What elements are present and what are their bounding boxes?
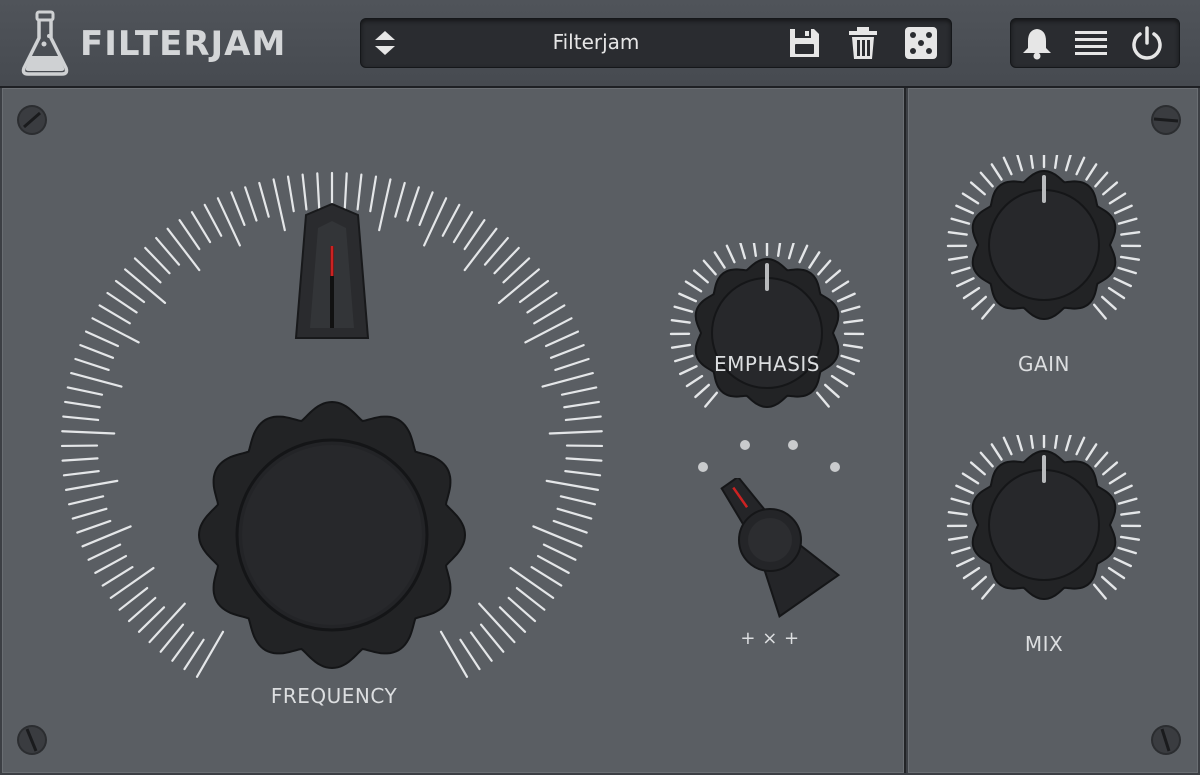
- mode-switch-label: + × +: [740, 628, 800, 649]
- gain-knob[interactable]: [944, 155, 1144, 335]
- mode-position-dot[interactable]: [788, 440, 798, 450]
- up-down-arrows-icon[interactable]: [367, 23, 403, 63]
- mode-position-dot[interactable]: [740, 440, 750, 450]
- emphasis-knob-body[interactable]: [694, 257, 840, 409]
- screw-icon: [1151, 725, 1181, 755]
- preset-name[interactable]: Filterjam: [421, 30, 771, 54]
- floppy-disk-icon[interactable]: [786, 26, 822, 60]
- gain-knob-body[interactable]: [971, 169, 1117, 321]
- gain-label: GAIN: [1017, 352, 1071, 376]
- bell-icon[interactable]: [1019, 26, 1055, 60]
- brand-title: FILTERJAM: [80, 24, 287, 64]
- main-panel: FREQUENCY EMPHASIS + × +: [2, 88, 906, 773]
- power-icon[interactable]: [1129, 26, 1165, 60]
- mix-label: MIX: [1024, 632, 1064, 656]
- preset-bar: Filterjam: [360, 18, 952, 68]
- flask-icon: [21, 10, 69, 76]
- emphasis-knob[interactable]: [667, 243, 867, 423]
- mode-position-dot[interactable]: [698, 462, 708, 472]
- dice-icon[interactable]: [903, 26, 939, 60]
- trash-icon[interactable]: [845, 26, 881, 60]
- system-bar: [1010, 18, 1180, 68]
- frequency-label: FREQUENCY: [270, 684, 398, 708]
- mode-switch[interactable]: [702, 478, 852, 618]
- screw-icon: [17, 725, 47, 755]
- hamburger-menu-icon[interactable]: [1073, 26, 1109, 60]
- screw-icon: [17, 105, 47, 135]
- header-bar: FILTERJAM Filterjam: [0, 0, 1200, 88]
- mode-position-dot[interactable]: [830, 462, 840, 472]
- emphasis-label: EMPHASIS: [714, 352, 820, 376]
- side-panel: GAIN MIX: [908, 88, 1198, 773]
- screw-icon: [1151, 105, 1181, 135]
- mix-knob-body[interactable]: [971, 449, 1117, 601]
- mix-knob[interactable]: [944, 435, 1144, 615]
- frequency-knob[interactable]: [42, 158, 622, 698]
